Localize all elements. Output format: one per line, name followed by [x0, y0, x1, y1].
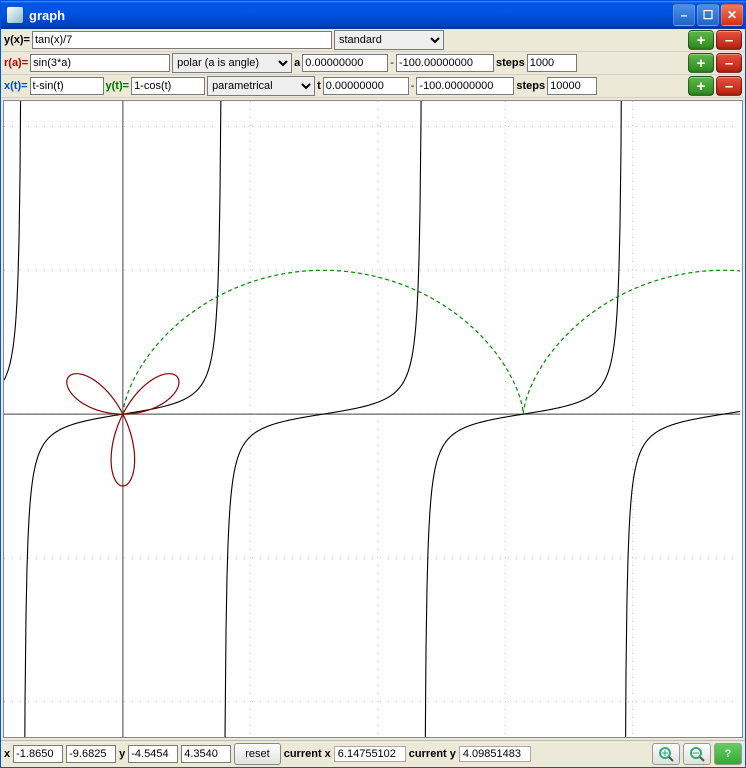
xt-input[interactable]	[30, 77, 104, 95]
zoom-in-icon	[658, 746, 674, 762]
maximize-button[interactable]: ☐	[697, 4, 719, 26]
xt-label: x(t)=	[4, 80, 28, 92]
current-y-label: current y	[409, 748, 456, 760]
ra-label: r(a)=	[4, 57, 28, 69]
steps-label-2: steps	[496, 57, 525, 69]
zoom-in-button[interactable]	[652, 743, 680, 765]
a-label: a	[294, 57, 300, 69]
y-from-display[interactable]	[128, 745, 178, 763]
app-window: graph – ☐ ✕ y(x)= standard + – r(a)= pol…	[0, 0, 746, 768]
yx-label: y(x)=	[4, 34, 30, 46]
t-label: t	[317, 80, 321, 92]
steps-label-3: steps	[516, 80, 545, 92]
titlebar[interactable]: graph – ☐ ✕	[1, 1, 745, 29]
function-row-2: r(a)= polar (a is angle) a - steps + –	[1, 52, 745, 75]
add-button-1[interactable]: +	[688, 30, 714, 50]
current-x-value: 6.14755102	[334, 746, 406, 762]
app-icon	[7, 7, 23, 23]
zoom-out-icon	[689, 746, 705, 762]
zoom-out-button[interactable]	[683, 743, 711, 765]
statusbar: x y reset current x 6.14755102 current y…	[1, 740, 745, 767]
steps-input-2[interactable]	[527, 54, 577, 72]
yx-input[interactable]	[32, 31, 332, 49]
a-from-input[interactable]	[302, 54, 388, 72]
content: y(x)= standard + – r(a)= polar (a is ang…	[1, 29, 745, 767]
yt-label: y(t)=	[106, 80, 130, 92]
remove-button-2[interactable]: –	[716, 53, 742, 73]
x-range-label: x	[4, 748, 10, 760]
current-y-value: 4.09851483	[459, 746, 531, 762]
function-row-1: y(x)= standard + –	[1, 29, 745, 52]
plot-svg	[4, 101, 740, 738]
close-button[interactable]: ✕	[721, 4, 743, 26]
add-button-3[interactable]: +	[688, 76, 714, 96]
current-x-label: current x	[284, 748, 331, 760]
ra-input[interactable]	[30, 54, 170, 72]
minimize-button[interactable]: –	[673, 4, 695, 26]
steps-input-3[interactable]	[547, 77, 597, 95]
remove-button-1[interactable]: –	[716, 30, 742, 50]
t-from-input[interactable]	[323, 77, 409, 95]
yx-mode-select[interactable]: standard	[334, 30, 444, 50]
t-to-input[interactable]	[416, 77, 514, 95]
plot-canvas[interactable]	[3, 100, 743, 738]
param-mode-select[interactable]: parametrical	[207, 76, 315, 96]
window-title: graph	[29, 8, 671, 23]
help-icon: ?	[725, 748, 732, 760]
add-button-2[interactable]: +	[688, 53, 714, 73]
yt-input[interactable]	[131, 77, 205, 95]
ra-mode-select[interactable]: polar (a is angle)	[172, 53, 292, 73]
remove-button-3[interactable]: –	[716, 76, 742, 96]
y-range-label: y	[119, 748, 125, 760]
a-to-input[interactable]	[396, 54, 494, 72]
x-from-display[interactable]	[13, 745, 63, 763]
x-to-display[interactable]	[66, 745, 116, 763]
function-row-3: x(t)= y(t)= parametrical t - steps + –	[1, 75, 745, 98]
help-button[interactable]: ?	[714, 743, 742, 765]
reset-button[interactable]: reset	[234, 743, 280, 765]
y-to-display[interactable]	[181, 745, 231, 763]
